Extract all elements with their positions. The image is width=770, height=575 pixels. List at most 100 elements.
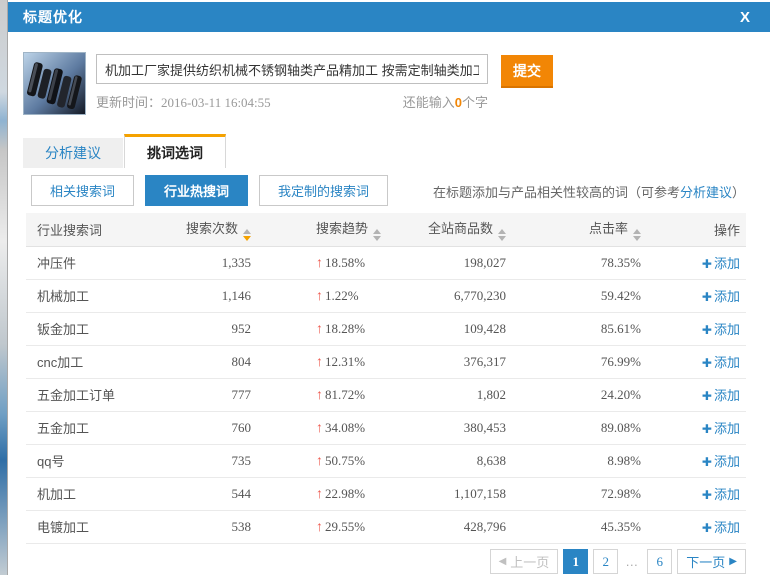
cell-action: ✚添加 bbox=[641, 279, 746, 312]
filter-related-keywords[interactable]: 相关搜索词 bbox=[31, 175, 134, 206]
filter-industry-hot-keywords[interactable]: 行业热搜词 bbox=[145, 175, 248, 206]
add-keyword-button[interactable]: ✚添加 bbox=[702, 388, 740, 403]
plus-icon: ✚ bbox=[702, 257, 712, 271]
submit-button[interactable]: 提交 bbox=[501, 55, 553, 88]
table-row: cnc加工 804 ↑12.31% 376,317 76.99% ✚添加 bbox=[26, 345, 746, 378]
cell-search-trend: ↑81.72% bbox=[251, 378, 416, 411]
cell-search-count: 777 bbox=[176, 378, 251, 411]
add-keyword-button[interactable]: ✚添加 bbox=[702, 421, 740, 436]
trend-up-icon: ↑ bbox=[316, 320, 323, 336]
cell-ctr: 76.99% bbox=[506, 345, 641, 378]
cell-action: ✚添加 bbox=[641, 411, 746, 444]
cell-ctr: 24.20% bbox=[506, 378, 641, 411]
cell-search-trend: ↑29.55% bbox=[251, 510, 416, 543]
product-title-input[interactable] bbox=[96, 54, 488, 84]
prev-page-button[interactable]: ◀ 上一页 bbox=[490, 549, 559, 574]
add-keyword-button[interactable]: ✚添加 bbox=[702, 256, 740, 271]
cell-search-trend: ↑18.58% bbox=[251, 246, 416, 279]
meta-row: 更新时间：2016-03-11 16:04:55 还能输入0个字 bbox=[96, 92, 488, 111]
product-thumbnail bbox=[23, 52, 86, 115]
cell-search-trend: ↑18.28% bbox=[251, 312, 416, 345]
table-row: 冲压件 1,335 ↑18.58% 198,027 78.35% ✚添加 bbox=[26, 246, 746, 279]
trend-up-icon: ↑ bbox=[316, 452, 323, 468]
tab-pick-words[interactable]: 挑词选词 bbox=[124, 134, 226, 168]
cell-ctr: 85.61% bbox=[506, 312, 641, 345]
table-row: qq号 735 ↑50.75% 8,638 8.98% ✚添加 bbox=[26, 444, 746, 477]
filter-my-custom-keywords[interactable]: 我定制的搜索词 bbox=[259, 175, 388, 206]
cell-product-count: 428,796 bbox=[416, 510, 506, 543]
trend-up-icon: ↑ bbox=[316, 353, 323, 369]
cell-search-trend: ↑34.08% bbox=[251, 411, 416, 444]
plus-icon: ✚ bbox=[702, 323, 712, 337]
cell-search-trend: ↑12.31% bbox=[251, 345, 416, 378]
chars-left-count: 0 bbox=[455, 95, 462, 110]
col-header-ctr[interactable]: 点击率 bbox=[506, 213, 641, 246]
cell-action: ✚添加 bbox=[641, 312, 746, 345]
page-button-2[interactable]: 2 bbox=[593, 549, 618, 574]
cell-search-count: 1,146 bbox=[176, 279, 251, 312]
plus-icon: ✚ bbox=[702, 521, 712, 535]
update-time: 更新时间：2016-03-11 16:04:55 bbox=[96, 92, 271, 111]
cell-product-count: 1,802 bbox=[416, 378, 506, 411]
table-row: 机加工 544 ↑22.98% 1,107,158 72.98% ✚添加 bbox=[26, 477, 746, 510]
cell-keyword: 冲压件 bbox=[26, 246, 176, 279]
plus-icon: ✚ bbox=[702, 422, 712, 436]
chars-left-suffix: 个字 bbox=[462, 95, 488, 110]
add-keyword-button[interactable]: ✚添加 bbox=[702, 322, 740, 337]
cell-search-count: 735 bbox=[176, 444, 251, 477]
trend-up-icon: ↑ bbox=[316, 254, 323, 270]
chars-left-prefix: 还能输入 bbox=[403, 95, 455, 110]
hint-suffix: ） bbox=[732, 185, 745, 200]
keyword-table: 行业搜索词 搜索次数 搜索趋势 全站商品数 点击率 操作 bbox=[26, 213, 746, 544]
sort-icon-search-trend[interactable] bbox=[373, 229, 381, 241]
table-row: 钣金加工 952 ↑18.28% 109,428 85.61% ✚添加 bbox=[26, 312, 746, 345]
table-row: 电镀加工 538 ↑29.55% 428,796 45.35% ✚添加 bbox=[26, 510, 746, 543]
col-header-search-count[interactable]: 搜索次数 bbox=[176, 213, 251, 246]
tab-analysis-suggestion[interactable]: 分析建议 bbox=[23, 138, 123, 168]
cell-action: ✚添加 bbox=[641, 246, 746, 279]
cell-ctr: 45.35% bbox=[506, 510, 641, 543]
cell-product-count: 6,770,230 bbox=[416, 279, 506, 312]
cell-keyword: 钣金加工 bbox=[26, 312, 176, 345]
dialog-titlebar: 标题优化 X bbox=[8, 2, 770, 32]
cell-search-count: 804 bbox=[176, 345, 251, 378]
cell-action: ✚添加 bbox=[641, 378, 746, 411]
cell-keyword: 电镀加工 bbox=[26, 510, 176, 543]
cell-search-trend: ↑22.98% bbox=[251, 477, 416, 510]
plus-icon: ✚ bbox=[702, 389, 712, 403]
cell-product-count: 8,638 bbox=[416, 444, 506, 477]
cell-search-trend: ↑1.22% bbox=[251, 279, 416, 312]
update-time-value: 2016-03-11 16:04:55 bbox=[161, 95, 271, 110]
add-keyword-button[interactable]: ✚添加 bbox=[702, 454, 740, 469]
col-header-action: 操作 bbox=[641, 213, 746, 246]
sort-icon-product-count[interactable] bbox=[498, 229, 506, 241]
col-header-product-count[interactable]: 全站商品数 bbox=[416, 213, 506, 246]
add-keyword-button[interactable]: ✚添加 bbox=[702, 355, 740, 370]
plus-icon: ✚ bbox=[702, 356, 712, 370]
trend-up-icon: ↑ bbox=[316, 386, 323, 402]
page-button-6[interactable]: 6 bbox=[647, 549, 672, 574]
add-keyword-button[interactable]: ✚添加 bbox=[702, 520, 740, 535]
hint-analysis-link[interactable]: 分析建议 bbox=[680, 185, 732, 200]
cell-search-count: 538 bbox=[176, 510, 251, 543]
dialog-title: 标题优化 bbox=[23, 7, 83, 27]
next-page-button[interactable]: 下一页 ▶ bbox=[677, 549, 746, 574]
col-header-search-trend[interactable]: 搜索趋势 bbox=[251, 213, 416, 246]
cell-keyword: qq号 bbox=[26, 444, 176, 477]
trend-up-icon: ↑ bbox=[316, 419, 323, 435]
cell-action: ✚添加 bbox=[641, 444, 746, 477]
pagination: ◀ 上一页 1 2 … 6 下一页 ▶ bbox=[490, 549, 746, 574]
close-icon[interactable]: X bbox=[740, 9, 750, 26]
add-keyword-button[interactable]: ✚添加 bbox=[702, 487, 740, 502]
trend-up-icon: ↑ bbox=[316, 518, 323, 534]
cell-product-count: 198,027 bbox=[416, 246, 506, 279]
sort-icon-ctr[interactable] bbox=[633, 229, 641, 241]
add-keyword-button[interactable]: ✚添加 bbox=[702, 289, 740, 304]
cell-product-count: 376,317 bbox=[416, 345, 506, 378]
cell-keyword: 五金加工订单 bbox=[26, 378, 176, 411]
cell-search-count: 1,335 bbox=[176, 246, 251, 279]
cell-product-count: 380,453 bbox=[416, 411, 506, 444]
page-button-1[interactable]: 1 bbox=[563, 549, 588, 574]
tab-bar: 分析建议 挑词选词 bbox=[23, 134, 226, 168]
sort-icon-search-count[interactable] bbox=[243, 229, 251, 241]
